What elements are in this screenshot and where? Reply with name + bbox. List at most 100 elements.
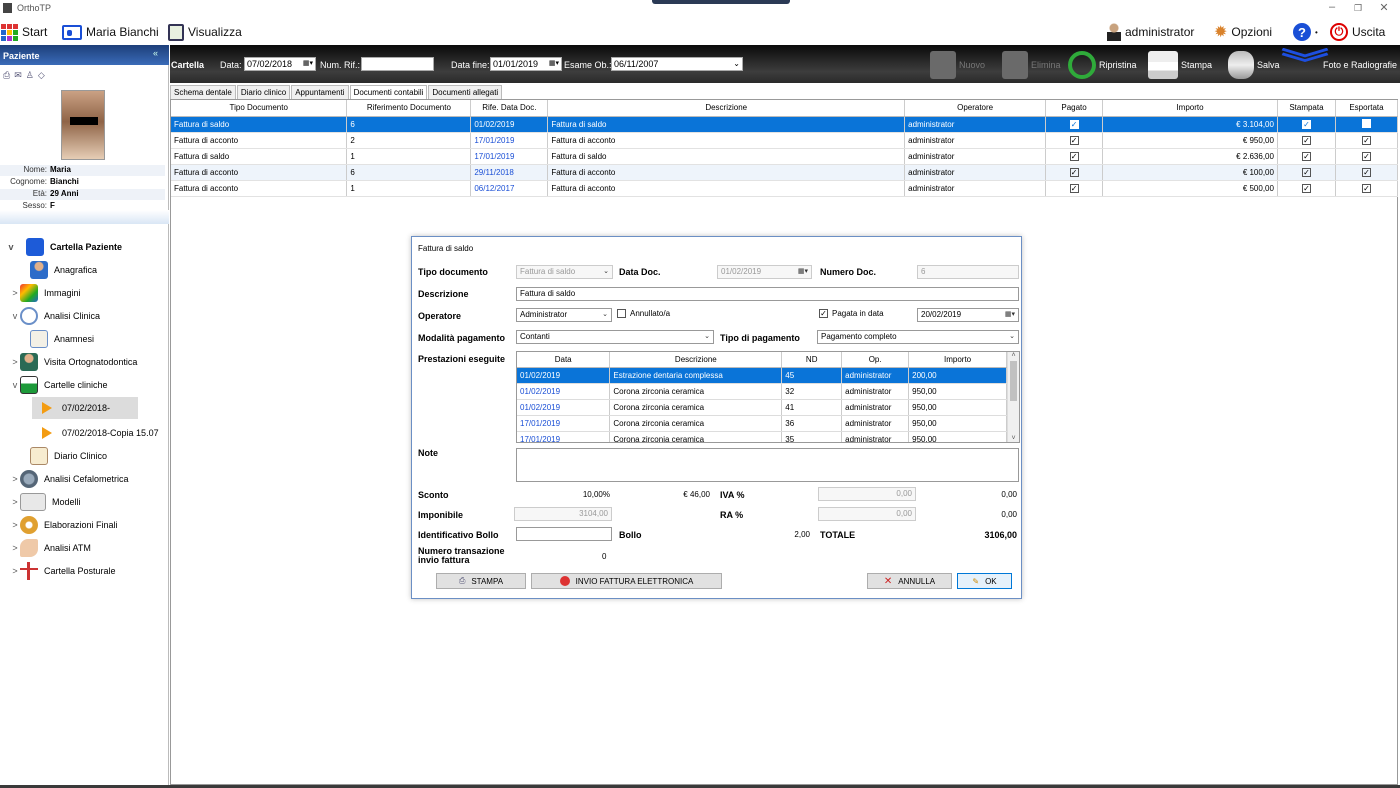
column-header[interactable]: Rife. Data Doc. [470,100,549,117]
tree-cartella-07-02-2018[interactable]: 07/02/2018- [32,397,138,419]
column-header[interactable]: Descrizione [547,100,906,117]
tree-visita-ortognatodontica[interactable]: > Visita Ortognatodontica [10,351,178,373]
tab-appuntamenti[interactable]: Appuntamenti [291,85,349,99]
tree-anagrafica[interactable]: Anagrafica [20,259,188,281]
opzioni-button[interactable]: ✹ Opzioni [1214,23,1272,41]
scroll-down-icon[interactable]: ˅ [1008,435,1019,442]
column-header[interactable]: Pagato [1045,100,1104,117]
table-row[interactable]: Fattura di saldo 6 01/02/2019 Fattura di sa… [171,116,1399,133]
column-header[interactable]: Riferimento Documento [346,100,472,117]
esportata-checkbox[interactable] [1361,118,1371,128]
esame-select[interactable]: 06/11/2007 ⌄ [611,57,743,71]
stampata-checkbox[interactable]: ✓ [1301,167,1311,177]
pagato-checkbox[interactable]: ✓ [1069,151,1079,161]
chevron-right-icon[interactable]: > [10,566,20,576]
modalita-pagamento-select[interactable]: Contanti ⌄ [516,330,714,344]
tree-anamnesi[interactable]: Anamnesi [20,328,188,350]
numero-doc-input[interactable]: 6 [917,265,1019,279]
table-row[interactable]: Fattura di saldo 1 17/01/2019 Fattura di sa… [171,148,1399,165]
stampata-checkbox[interactable]: ✓ [1301,151,1311,161]
esportata-checkbox[interactable]: ✓ [1361,135,1371,145]
stampata-checkbox[interactable]: ✓ [1301,119,1311,129]
calendar-icon[interactable]: ▦▾ [549,59,559,67]
salva-button[interactable]: Salva [1228,49,1280,81]
patient-button[interactable]: Maria Bianchi [62,23,159,41]
data-input[interactable]: 07/02/2018 ▦▾ [244,57,316,71]
chevron-down-icon[interactable]: v [6,242,16,252]
ok-button[interactable]: ✎ OK [957,573,1012,589]
tree-analisi-clinica[interactable]: v Analisi Clinica [10,305,178,327]
close-icon[interactable]: ✕ [1374,1,1394,14]
tree-immagini[interactable]: > Immagini [10,282,178,304]
tab-documenti-contabili[interactable]: Documenti contabili [349,85,428,100]
tree-elaborazioni-finali[interactable]: > Elaborazioni Finali [10,514,178,536]
column-header[interactable]: Importo [1102,100,1278,117]
chevron-down-icon[interactable]: v [10,311,20,321]
iva-input[interactable]: 0,00 [818,487,916,501]
prestazione-row[interactable]: 01/02/2019 Corona zirconia ceramica 41 admi… [517,399,1007,416]
tab-diario-clinico[interactable]: Diario clinico [236,85,291,99]
tree-cartella-paziente[interactable]: v Cartella Paziente [6,236,174,258]
ra-input[interactable]: 0,00 [818,507,916,521]
chevron-right-icon[interactable]: > [10,474,20,484]
scroll-thumb[interactable] [1010,361,1017,401]
chevron-right-icon[interactable]: > [10,543,20,553]
tree-cartella-posturale[interactable]: > Cartella Posturale [10,560,178,582]
pagata-data-input[interactable]: 20/02/2019 ▦▾ [917,308,1019,322]
mail-small-icon[interactable]: ✉ [14,70,22,81]
minimize-icon[interactable]: – [1322,1,1342,13]
operatore-select[interactable]: Administrator ⌄ [516,308,612,322]
ripristina-button[interactable]: Ripristina [1068,49,1137,81]
pagato-checkbox[interactable]: ✓ [1069,135,1079,145]
tree-analisi-cefalometrica[interactable]: > Analisi Cefalometrica [10,468,178,490]
chevron-down-icon[interactable]: v [10,380,20,390]
tree-analisi-atm[interactable]: > Analisi ATM [10,537,178,559]
tab-documenti-allegati[interactable]: Documenti allegati [428,85,503,99]
invio-fattura-button[interactable]: INVIO FATTURA ELETTRONICA [531,573,722,589]
prestazioni-scrollbar[interactable]: ˄ ˅ [1007,352,1019,442]
column-header[interactable]: Descrizione [609,352,783,368]
scroll-up-icon[interactable]: ˄ [1008,352,1019,359]
elimina-button[interactable]: Elimina [1002,49,1061,81]
print-small-icon[interactable]: ⎙ [3,70,10,81]
stampa-toolbar-button[interactable]: Stampa [1148,49,1212,81]
column-header[interactable]: Operatore [904,100,1047,117]
esportata-checkbox[interactable]: ✓ [1361,183,1371,193]
column-header[interactable]: Stampata [1277,100,1336,117]
esportata-checkbox[interactable]: ✓ [1361,151,1371,161]
chevron-right-icon[interactable]: > [10,497,20,507]
foto-radiografie-button[interactable]: ︾ Foto e Radiografie [1281,49,1397,81]
prestazione-row[interactable]: 01/02/2019 Corona zirconia ceramica 32 admi… [517,383,1007,400]
chevron-right-icon[interactable]: > [10,357,20,367]
prestazione-row[interactable]: 17/01/2019 Corona zirconia ceramica 35 admi… [517,431,1007,442]
column-header[interactable]: Tipo Documento [171,100,348,117]
column-header[interactable]: Op. [841,352,910,368]
collapse-icon[interactable]: « [153,48,158,58]
user-button[interactable]: administrator [1107,23,1194,41]
annulla-button[interactable]: ✕ ANNULLA [867,573,952,589]
esportata-checkbox[interactable]: ✓ [1361,167,1371,177]
descrizione-input[interactable]: Fattura di saldo [516,287,1019,301]
table-row[interactable]: Fattura di acconto 1 06/12/2017 Fattura di … [171,180,1399,197]
table-row[interactable]: Fattura di acconto 6 29/11/2018 Fattura di … [171,164,1399,181]
pagato-checkbox[interactable]: ✓ [1069,119,1079,129]
calendar-icon[interactable]: ▦▾ [303,59,313,67]
stampata-checkbox[interactable]: ✓ [1301,135,1311,145]
identificativo-bollo-input[interactable] [516,527,612,541]
tab-schema-dentale[interactable]: Schema dentale [170,85,236,99]
nuovo-button[interactable]: Nuovo [930,49,985,81]
tag-small-icon[interactable]: ◇ [38,70,45,81]
uscita-button[interactable]: ⏻ Uscita [1330,23,1385,41]
stampata-checkbox[interactable]: ✓ [1301,183,1311,193]
prestazione-row[interactable]: 17/01/2019 Corona zirconia ceramica 36 admi… [517,415,1007,432]
user-small-icon[interactable]: ♙ [26,70,34,81]
column-header[interactable]: Data [517,352,611,368]
restore-icon[interactable]: ❐ [1348,3,1368,14]
column-header[interactable]: Importo [908,352,1007,368]
table-row[interactable]: Fattura di acconto 2 17/01/2019 Fattura di … [171,132,1399,149]
prestazione-row[interactable]: 01/02/2019 Estrazione dentaria complessa 4… [517,367,1007,384]
pagata-checkbox[interactable]: ✓ Pagata in data [819,309,884,318]
chevron-right-icon[interactable]: > [10,520,20,530]
data-doc-input[interactable]: 01/02/2019 ▦▾ [717,265,812,279]
column-header[interactable]: Esportata [1335,100,1399,117]
